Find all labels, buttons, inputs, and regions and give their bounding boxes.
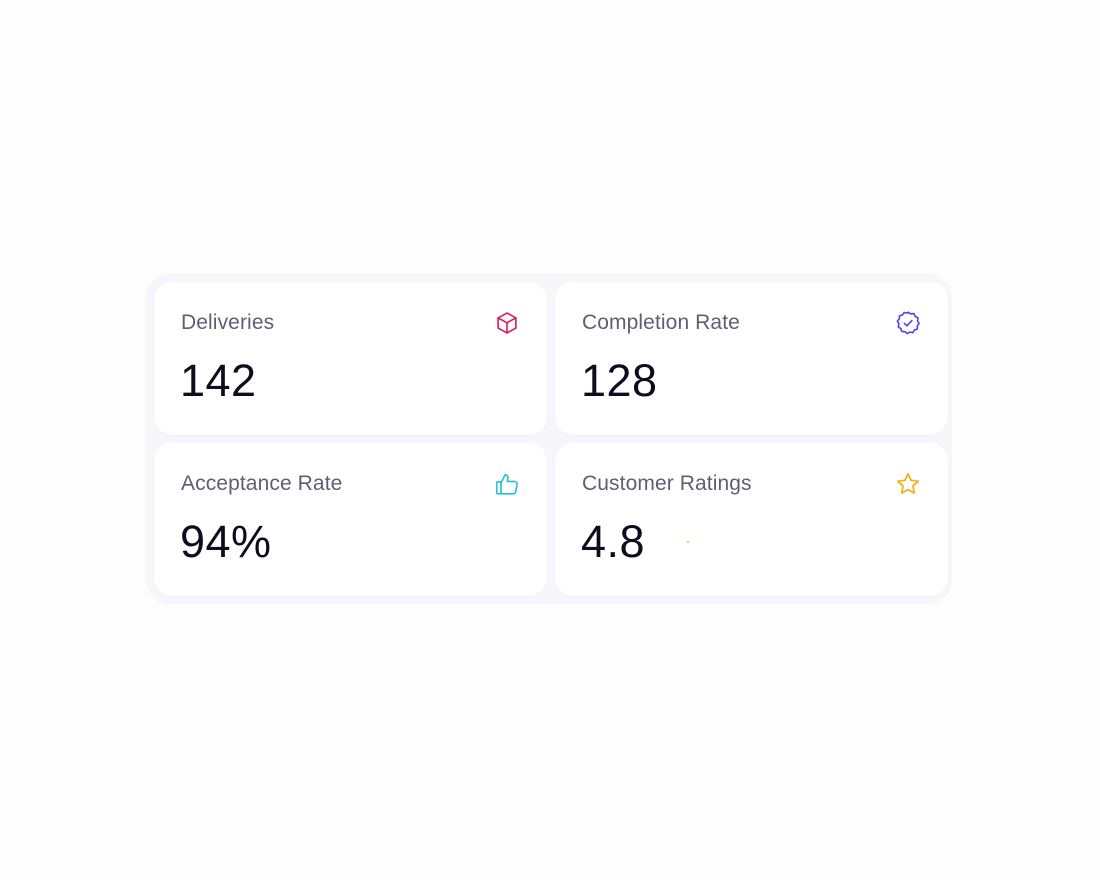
stat-card-deliveries: Deliveries 142: [154, 282, 547, 435]
stat-value-customer-ratings: 4.8: [581, 516, 646, 567]
stat-card-completion-rate: Completion Rate 128: [555, 282, 948, 435]
stats-panel: Deliveries 142 Completion Rate 128 Accep…: [146, 274, 952, 604]
stat-value-acceptance-rate: 94%: [180, 516, 272, 567]
stat-label-acceptance-rate: Acceptance Rate: [181, 472, 343, 495]
decorative-dot: [687, 541, 689, 543]
stat-value-completion-rate: 128: [581, 355, 658, 406]
box-icon: [494, 310, 520, 336]
stat-card-customer-ratings: Customer Ratings 4.8: [555, 443, 948, 596]
verified-badge-icon: [895, 310, 921, 336]
stat-label-customer-ratings: Customer Ratings: [582, 472, 752, 495]
stat-label-completion-rate: Completion Rate: [582, 311, 740, 334]
stat-label-deliveries: Deliveries: [181, 311, 275, 334]
page: Deliveries 142 Completion Rate 128 Accep…: [0, 0, 1100, 880]
thumbs-up-icon: [494, 471, 520, 497]
stat-card-acceptance-rate: Acceptance Rate 94%: [154, 443, 547, 596]
star-icon: [895, 471, 921, 497]
stat-value-deliveries: 142: [180, 355, 257, 406]
